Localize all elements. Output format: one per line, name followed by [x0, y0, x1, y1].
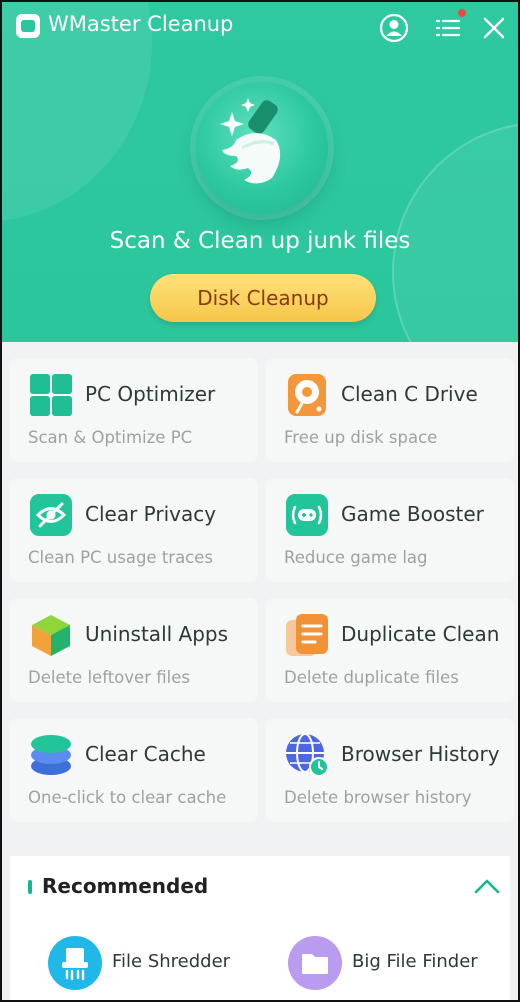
rec-item-label: Big File Finder — [352, 951, 478, 972]
app-window: WMaster Cleanup Scan & Clean up junk fil… — [0, 0, 520, 1002]
user-icon[interactable] — [378, 12, 410, 44]
rec-item-big-file-finder[interactable]: Big File Finder — [288, 936, 498, 992]
gamepad-icon — [286, 494, 328, 536]
card-browser-history[interactable]: Browser History Delete browser history — [266, 718, 514, 822]
rec-item-file-shredder[interactable]: File Shredder — [48, 936, 248, 992]
card-clean-c-drive[interactable]: Clean C Drive Free up disk space — [266, 358, 514, 462]
database-icon — [31, 735, 71, 775]
hero-heading: Scan & Clean up junk files — [109, 228, 411, 254]
app-logo-icon — [16, 14, 40, 38]
card-title: Clean C Drive — [341, 382, 478, 406]
card-clear-cache[interactable]: Clear Cache One-click to clear cache — [10, 718, 258, 822]
card-subtitle: One-click to clear cache — [28, 788, 227, 807]
section-accent-bar — [28, 880, 32, 894]
recommended-section: Recommended File Shredder Big File Finde… — [10, 856, 510, 1000]
app-title: WMaster Cleanup — [48, 12, 234, 36]
folder-icon — [288, 936, 342, 990]
card-title: Clear Cache — [85, 742, 206, 766]
chevron-up-icon[interactable] — [472, 874, 502, 898]
broom-orb — [196, 82, 328, 214]
card-subtitle: Scan & Optimize PC — [28, 428, 193, 447]
card-duplicate-clean[interactable]: Duplicate Clean Delete duplicate files — [266, 598, 514, 702]
title-bar: WMaster Cleanup — [2, 2, 518, 52]
card-subtitle: Delete browser history — [284, 788, 472, 807]
eye-off-icon — [30, 494, 72, 536]
card-title: Game Booster — [341, 502, 484, 526]
close-icon[interactable] — [478, 12, 510, 44]
broom-icon — [220, 98, 281, 184]
card-title: PC Optimizer — [85, 382, 216, 406]
menu-icon[interactable] — [432, 12, 464, 44]
notification-dot — [458, 9, 466, 17]
rec-item-label: File Shredder — [112, 951, 231, 972]
card-subtitle: Free up disk space — [284, 428, 438, 447]
duplicate-doc-icon — [286, 614, 328, 656]
hero-panel: WMaster Cleanup Scan & Clean up junk fil… — [2, 2, 518, 342]
card-title: Clear Privacy — [85, 502, 217, 526]
card-pc-optimizer[interactable]: PC Optimizer Scan & Optimize PC — [10, 358, 258, 462]
card-clear-privacy[interactable]: Clear Privacy Clean PC usage traces — [10, 478, 258, 582]
card-uninstall-apps[interactable]: Uninstall Apps Delete leftover files — [10, 598, 258, 702]
section-title: Recommended — [42, 874, 209, 898]
card-title: Browser History — [341, 742, 500, 766]
cube-icon — [32, 615, 70, 656]
card-subtitle: Reduce game lag — [284, 548, 428, 567]
shredder-icon — [48, 936, 102, 990]
card-title: Uninstall Apps — [85, 622, 229, 646]
card-game-booster[interactable]: Game Booster Reduce game lag — [266, 478, 514, 582]
card-title: Duplicate Clean — [341, 622, 500, 646]
disk-cleanup-button[interactable]: Disk Cleanup — [150, 274, 376, 322]
card-subtitle: Clean PC usage traces — [28, 548, 214, 567]
globe-clock-icon — [286, 733, 329, 777]
card-subtitle: Delete leftover files — [28, 668, 190, 687]
card-subtitle: Delete duplicate files — [284, 668, 459, 687]
windows-grid-icon — [30, 374, 72, 416]
disk-icon — [288, 374, 326, 416]
